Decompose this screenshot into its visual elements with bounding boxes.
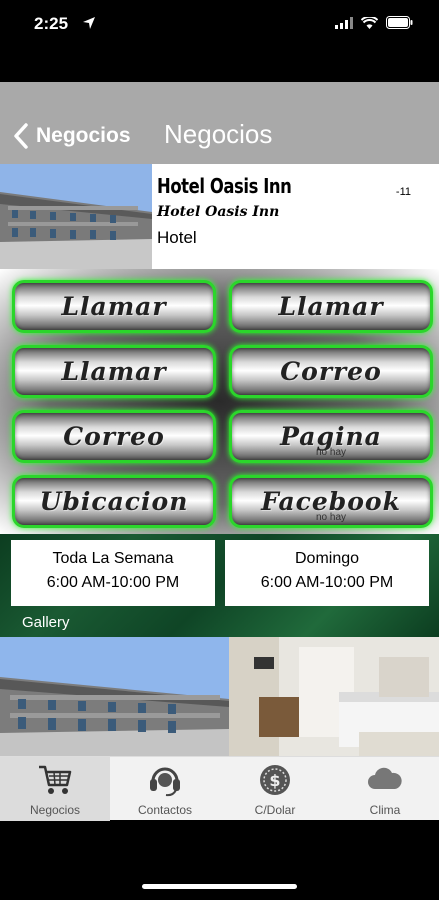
tab-label: Clima	[369, 803, 401, 817]
hotel-thumbnail	[0, 164, 152, 269]
tab-clima[interactable]: Clima	[330, 757, 439, 821]
status-time: 2:25	[34, 14, 69, 33]
svg-text:$: $	[269, 771, 280, 790]
call-button-3[interactable]: Llamar	[12, 345, 216, 398]
gallery-heading: Gallery	[22, 614, 70, 631]
hours-time-range: 6:00 AM-10:00 PM	[46, 574, 180, 591]
email-label: Correo	[63, 422, 165, 451]
status-bar: 2:25	[0, 0, 439, 48]
top-spacer	[0, 48, 439, 82]
location-button[interactable]: Ubicacion	[12, 475, 216, 528]
call-button-1[interactable]: Llamar	[12, 280, 216, 333]
gallery-photo-exterior[interactable]	[0, 637, 229, 756]
business-name: Hotel Oasis Inn	[157, 174, 292, 198]
location-arrow-icon	[83, 17, 95, 29]
tab-label: Negocios	[29, 803, 81, 817]
cloud-icon	[368, 767, 402, 789]
business-header: Hotel Oasis Inn Hotel Oasis Inn Hotel -1…	[0, 164, 439, 269]
business-code: -11	[395, 186, 411, 198]
back-label: Negocios	[36, 124, 131, 147]
signal-icon	[335, 16, 353, 29]
tab-bar: Negocios Contactos $ C/Dolar Clima	[0, 756, 439, 821]
hours-day-label: Toda La Semana	[52, 550, 174, 567]
battery-icon	[386, 16, 413, 29]
business-subtitle: Hotel Oasis Inn	[157, 204, 280, 220]
back-button[interactable]: Negocios	[12, 122, 131, 150]
home-indicator[interactable]	[142, 884, 297, 889]
call-label: Llamar	[61, 357, 167, 386]
call-button-2[interactable]: Llamar	[229, 280, 433, 333]
email-label: Correo	[280, 357, 382, 386]
hours-sunday: Domingo 6:00 AM-10:00 PM	[225, 540, 429, 606]
hours-time-range: 6:00 AM-10:00 PM	[260, 574, 394, 591]
coin-icon: $	[260, 765, 290, 795]
facebook-unavailable-note: no hay	[315, 512, 347, 523]
email-button-1[interactable]: Correo	[229, 345, 433, 398]
action-buttons-panel: Llamar Llamar Llamar Correo Correo Pagin…	[0, 269, 439, 534]
tab-negocios[interactable]: Negocios	[0, 757, 110, 821]
headset-icon	[150, 767, 180, 797]
email-button-2[interactable]: Correo	[12, 410, 216, 463]
tab-label: C/Dolar	[254, 803, 296, 817]
website-button[interactable]: Pagina no hay	[229, 410, 433, 463]
website-unavailable-note: no hay	[315, 447, 347, 458]
tab-label: Contactos	[137, 803, 193, 817]
business-type: Hotel	[157, 228, 197, 247]
chevron-left-icon	[14, 123, 28, 149]
hours-weekdays: Toda La Semana 6:00 AM-10:00 PM	[11, 540, 215, 606]
tab-cdolar[interactable]: $ C/Dolar	[220, 757, 330, 821]
status-icons	[335, 16, 413, 29]
hours-section: Toda La Semana 6:00 AM-10:00 PM Domingo …	[0, 534, 439, 637]
tab-contactos[interactable]: Contactos	[110, 757, 220, 821]
cart-icon	[39, 765, 72, 794]
call-label: Llamar	[61, 292, 167, 321]
page-title: Negocios	[164, 119, 273, 149]
gallery-photo-room[interactable]	[229, 637, 439, 756]
call-label: Llamar	[278, 292, 384, 321]
wifi-icon	[361, 16, 378, 29]
location-label: Ubicacion	[39, 487, 189, 516]
facebook-button[interactable]: Facebook no hay	[229, 475, 433, 528]
hours-day-label: Domingo	[294, 550, 360, 567]
photo-gallery[interactable]	[0, 637, 439, 756]
